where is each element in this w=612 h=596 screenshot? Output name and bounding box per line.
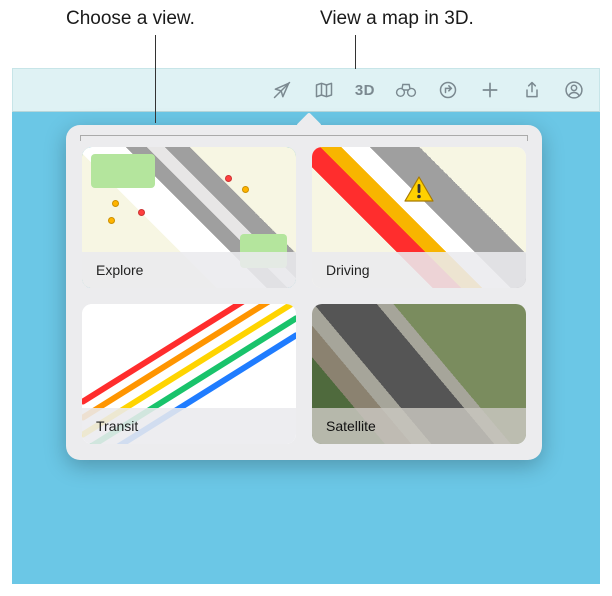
location-arrow-off-icon[interactable] (271, 79, 293, 101)
share-icon[interactable] (521, 79, 543, 101)
account-icon[interactable] (563, 79, 585, 101)
directions-icon[interactable] (437, 79, 459, 101)
callout-choose-view: Choose a view. (66, 8, 195, 30)
tile-label: Driving (312, 252, 526, 288)
popover-bracket (80, 135, 528, 141)
tile-label: Explore (82, 252, 296, 288)
map-mode-popover: Explore Driving Transit S (66, 125, 542, 460)
callout-leader (355, 35, 356, 69)
callout-leader (155, 35, 156, 123)
window-toolbar: 3D (12, 68, 600, 112)
binoculars-icon[interactable] (395, 79, 417, 101)
tile-label: Transit (82, 408, 296, 444)
warning-icon (403, 175, 435, 203)
annotation-layer: Choose a view. View a map in 3D. (0, 0, 612, 70)
map-mode-tile-satellite[interactable]: Satellite (312, 304, 526, 445)
add-icon[interactable] (479, 79, 501, 101)
callout-view-3d: View a map in 3D. (320, 8, 474, 30)
map-icon[interactable] (313, 79, 335, 101)
map-mode-tile-transit[interactable]: Transit (82, 304, 296, 445)
tile-label: Satellite (312, 408, 526, 444)
map-mode-tile-explore[interactable]: Explore (82, 147, 296, 288)
map-mode-grid: Explore Driving Transit S (82, 147, 526, 444)
view-3d-button[interactable]: 3D (355, 82, 375, 99)
map-mode-tile-driving[interactable]: Driving (312, 147, 526, 288)
